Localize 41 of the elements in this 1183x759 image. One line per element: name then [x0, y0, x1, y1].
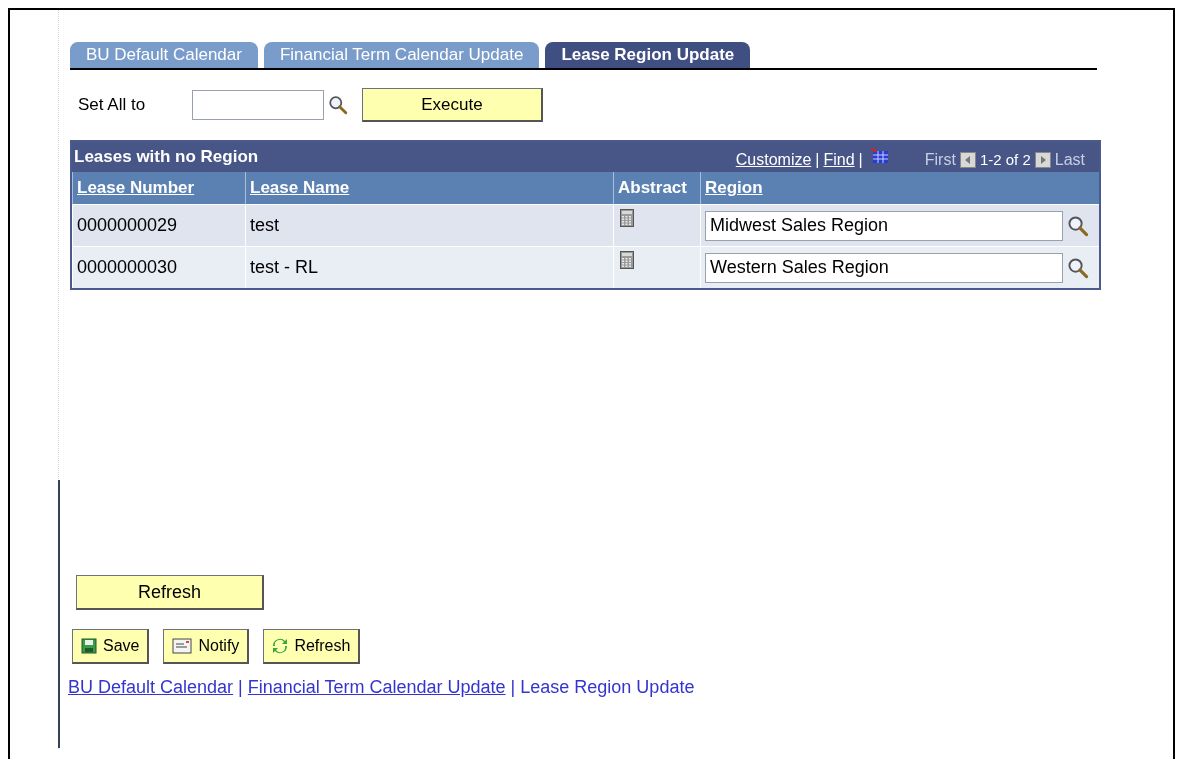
previous-icon[interactable] — [959, 152, 976, 168]
search-icon[interactable] — [328, 95, 348, 115]
page-link[interactable]: Financial Term Calendar Update — [247, 674, 506, 701]
region-field[interactable]: Western Sales Region — [705, 252, 1063, 283]
page-link[interactable]: Lease Region Update — [520, 674, 695, 701]
page-range: 1-2 of 2 — [979, 149, 1031, 170]
notify-button[interactable]: Notify — [163, 629, 250, 664]
region-field[interactable]: Midwest Sales Region — [705, 210, 1063, 241]
refresh-button[interactable]: Refresh — [263, 629, 361, 664]
first-label: First — [924, 150, 956, 170]
last-label: Last — [1054, 150, 1085, 170]
table-cell: test - RL — [245, 246, 613, 288]
search-icon[interactable] — [1067, 256, 1089, 279]
page-link[interactable]: BU Default Calendar — [68, 674, 234, 701]
find-link[interactable]: Find — [823, 148, 855, 172]
customize-link[interactable]: Customize — [735, 148, 812, 172]
column-header[interactable]: Region — [700, 172, 1099, 204]
grid-title: Leases with no Region — [74, 146, 259, 169]
separator: | — [815, 150, 820, 170]
table-cell: 0000000030 — [72, 246, 245, 288]
column-header[interactable]: Lease Number — [72, 172, 245, 204]
column-header: Abstract — [613, 172, 700, 204]
search-icon[interactable] — [1067, 214, 1089, 237]
table-cell: test — [245, 204, 613, 246]
grid-icon[interactable] — [870, 148, 889, 164]
separator: | — [510, 676, 516, 699]
envelope-icon — [172, 638, 193, 654]
refresh-button[interactable]: Refresh — [76, 575, 264, 610]
calculator-icon[interactable] — [620, 209, 634, 227]
tab[interactable]: Lease Region Update — [545, 42, 751, 68]
refresh-icon — [272, 638, 289, 654]
input-field[interactable] — [192, 90, 324, 120]
execute-button[interactable]: Execute — [362, 88, 543, 122]
calculator-icon[interactable] — [620, 251, 634, 269]
save-button[interactable]: Save — [72, 629, 150, 664]
separator: | — [858, 150, 863, 170]
table-cell: 0000000029 — [72, 204, 245, 246]
column-header[interactable]: Lease Name — [245, 172, 613, 204]
field-label: Set All to — [78, 94, 147, 117]
separator: | — [238, 676, 243, 699]
next-icon[interactable] — [1034, 152, 1051, 168]
